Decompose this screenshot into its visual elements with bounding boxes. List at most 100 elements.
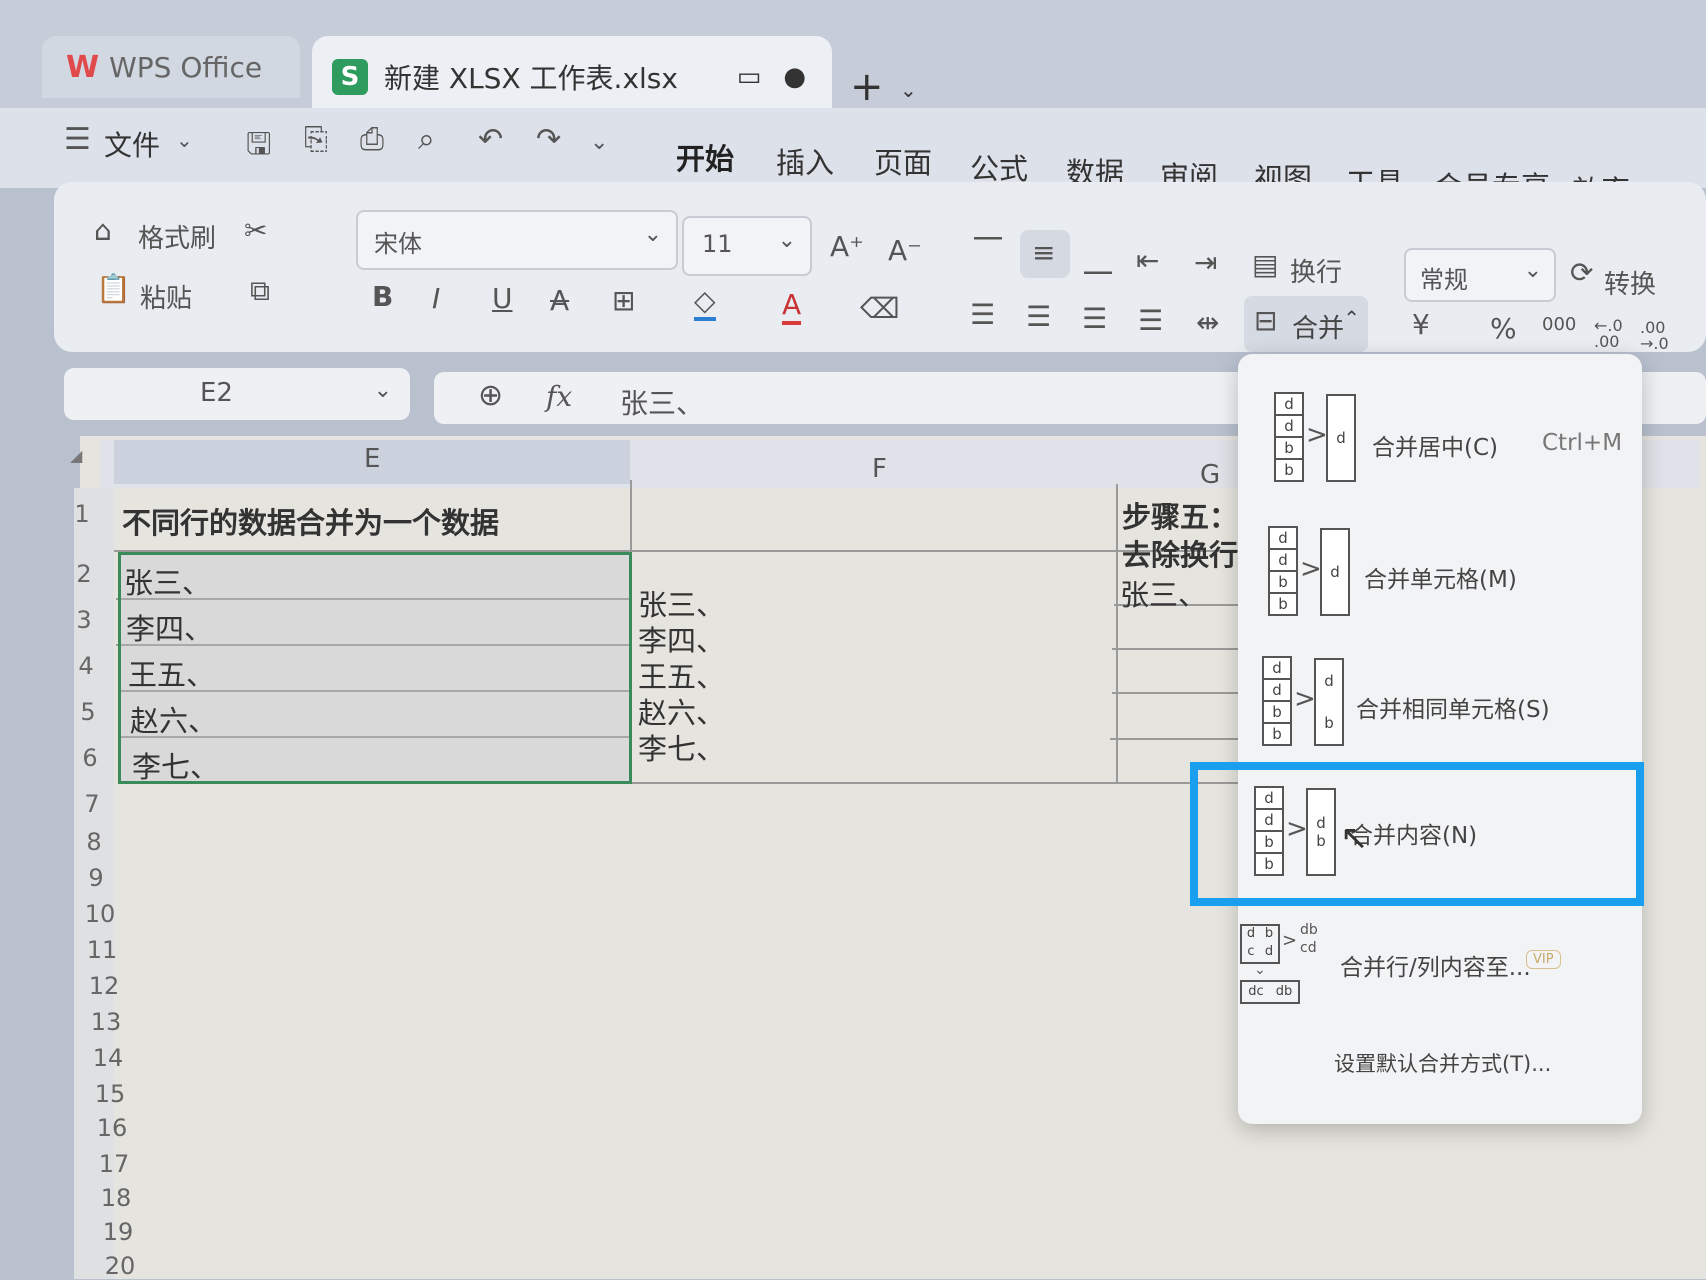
wrap-text-icon[interactable]: ▤ [1252, 248, 1278, 281]
decrease-indent-icon[interactable]: ⇤ [1136, 244, 1159, 277]
cell-e4[interactable]: 王五、 [128, 652, 215, 694]
align-bottom-icon[interactable]: ⎽ [1084, 242, 1112, 276]
align-right-icon[interactable]: ☰ [1082, 302, 1107, 335]
decrease-decimal-button[interactable]: .00 →.0 [1640, 320, 1669, 352]
convert-icon[interactable]: ⟳ [1570, 256, 1593, 289]
formula-content[interactable]: 张三、 [620, 382, 704, 422]
eraser-icon[interactable]: ⌫ [860, 292, 900, 325]
row-number[interactable]: 15 [88, 1080, 132, 1108]
row-number[interactable]: 12 [82, 972, 126, 1000]
zoom-icon[interactable]: ⊕ [478, 378, 503, 413]
font-size-select[interactable]: 11 ⌄ [682, 216, 812, 276]
merge-center-item[interactable]: 合并居中(C) [1372, 428, 1498, 462]
tab-insert[interactable]: 插入 [776, 140, 834, 182]
print-preview-icon[interactable]: ⌕ [418, 122, 435, 157]
row-number[interactable]: 8 [72, 828, 116, 856]
row-number[interactable]: 2 [62, 560, 106, 588]
currency-button[interactable]: ¥ [1412, 308, 1430, 341]
select-all-corner[interactable]: ◢ [70, 446, 82, 465]
merge-button[interactable]: ⊟ 合并 ⌃ [1244, 296, 1368, 352]
cell-e2[interactable]: 张三、 [124, 560, 211, 602]
row-number[interactable]: 16 [90, 1114, 134, 1142]
font-increase-button[interactable]: A⁺ [830, 230, 864, 263]
vip-badge: VIP [1526, 950, 1561, 969]
font-decrease-button[interactable]: A⁻ [888, 234, 922, 267]
format-painter-icon[interactable]: ⌂ [94, 214, 112, 247]
hamburger-icon[interactable]: ☰ [64, 122, 91, 157]
tab-wps-office[interactable]: W WPS Office [42, 36, 300, 98]
tab-file[interactable]: S 新建 XLSX 工作表.xlsx ▭ ● [312, 36, 832, 118]
wrap-text-label[interactable]: 换行 [1290, 252, 1342, 289]
justify-icon[interactable]: ☰ [1138, 304, 1163, 337]
name-box[interactable]: E2 ⌄ [64, 368, 410, 420]
convert-label[interactable]: 转换 [1604, 264, 1656, 301]
grid-line [1110, 738, 1240, 740]
merge-cells-item[interactable]: 合并单元格(M) [1364, 560, 1517, 594]
row-number[interactable]: 19 [96, 1218, 140, 1246]
strikethrough-button[interactable]: A [550, 284, 569, 317]
paste-icon[interactable]: 📋 [96, 272, 131, 305]
row-number[interactable]: 20 [98, 1252, 142, 1280]
export-pdf-icon[interactable]: ⎘ [304, 122, 328, 157]
cut-icon[interactable]: ✂ [244, 214, 267, 247]
italic-button[interactable]: I [432, 282, 440, 315]
file-menu-chevron-icon[interactable]: ⌄ [176, 128, 193, 152]
tab-page[interactable]: 页面 [874, 140, 932, 182]
function-button[interactable]: fx [546, 380, 572, 413]
row-number[interactable]: 9 [74, 864, 118, 892]
file-menu[interactable]: 文件 [104, 124, 160, 164]
row-number[interactable]: 7 [70, 790, 114, 818]
row-number[interactable]: 11 [80, 936, 124, 964]
copy-icon[interactable]: ⧉ [250, 274, 270, 308]
increase-decimal-button[interactable]: ←.0 .00 [1594, 318, 1623, 350]
row-number[interactable]: 3 [62, 606, 106, 634]
number-format-chevron-icon: ⌄ [1523, 258, 1542, 283]
align-top-icon[interactable]: ⎺ [974, 234, 1002, 268]
cell-g2[interactable]: 张三、 [1120, 572, 1207, 614]
set-default-merge-item[interactable]: 设置默认合并方式(T)... [1334, 1048, 1551, 1078]
tab-home[interactable]: 开始 [676, 136, 734, 178]
paste-label[interactable]: 粘贴 [140, 278, 192, 315]
save-icon[interactable]: 🖫 [246, 122, 272, 173]
monitor-icon[interactable]: ▭ [737, 62, 762, 92]
cell-g1-line1[interactable]: 步骤五： [1122, 494, 1238, 536]
cell-e5[interactable]: 赵六、 [130, 698, 217, 740]
cell-f-line[interactable]: 李七、 [638, 726, 725, 768]
chevron-down-icon[interactable]: ⌄ [900, 78, 917, 102]
row-number[interactable]: 1 [60, 500, 104, 528]
undo-icon[interactable]: ↶ [478, 122, 503, 157]
fill-color-icon[interactable]: ◇ [694, 284, 716, 321]
align-left-icon[interactable]: ☰ [970, 298, 995, 331]
distributed-icon[interactable]: ⇹ [1196, 306, 1219, 339]
merge-same-cells-item[interactable]: 合并相同单元格(S) [1356, 690, 1550, 724]
cell-e6[interactable]: 李七、 [132, 744, 219, 786]
row-number[interactable]: 5 [66, 698, 110, 726]
percent-button[interactable]: % [1490, 312, 1517, 345]
quick-access-more-icon[interactable]: ⌄ [590, 130, 608, 155]
row-number[interactable]: 13 [84, 1008, 128, 1036]
merge-rows-cols-item[interactable]: 合并行/列内容至... [1340, 948, 1531, 982]
align-middle-button[interactable]: ≡ [1020, 230, 1070, 278]
row-number[interactable]: 4 [64, 652, 108, 680]
align-center-icon[interactable]: ☰ [1026, 300, 1051, 333]
cell-e3[interactable]: 李四、 [126, 606, 213, 648]
row-number[interactable]: 6 [68, 744, 112, 772]
row-number[interactable]: 17 [92, 1150, 136, 1178]
thousands-button[interactable]: 000 [1542, 314, 1576, 335]
cell-e1[interactable]: 不同行的数据合并为一个数据 [122, 500, 499, 542]
bold-button[interactable]: B [372, 280, 393, 313]
row-number[interactable]: 14 [86, 1044, 130, 1072]
font-color-icon[interactable]: A [782, 288, 802, 325]
print-icon[interactable]: ⎙ [360, 122, 384, 157]
cell-g1-line2[interactable]: 去除换行 [1122, 532, 1238, 574]
increase-indent-icon[interactable]: ⇥ [1194, 246, 1217, 279]
row-number[interactable]: 10 [78, 900, 122, 928]
font-name-select[interactable]: 宋体 ⌄ [356, 210, 678, 270]
format-painter-label[interactable]: 格式刷 [138, 218, 216, 255]
new-tab-button[interactable]: + [850, 64, 884, 110]
border-icon[interactable]: ⊞ [612, 284, 635, 317]
underline-button[interactable]: U [492, 282, 513, 315]
number-format-select[interactable]: 常规 ⌄ [1404, 248, 1556, 302]
row-number[interactable]: 18 [94, 1184, 138, 1212]
redo-icon[interactable]: ↷ [536, 122, 561, 157]
